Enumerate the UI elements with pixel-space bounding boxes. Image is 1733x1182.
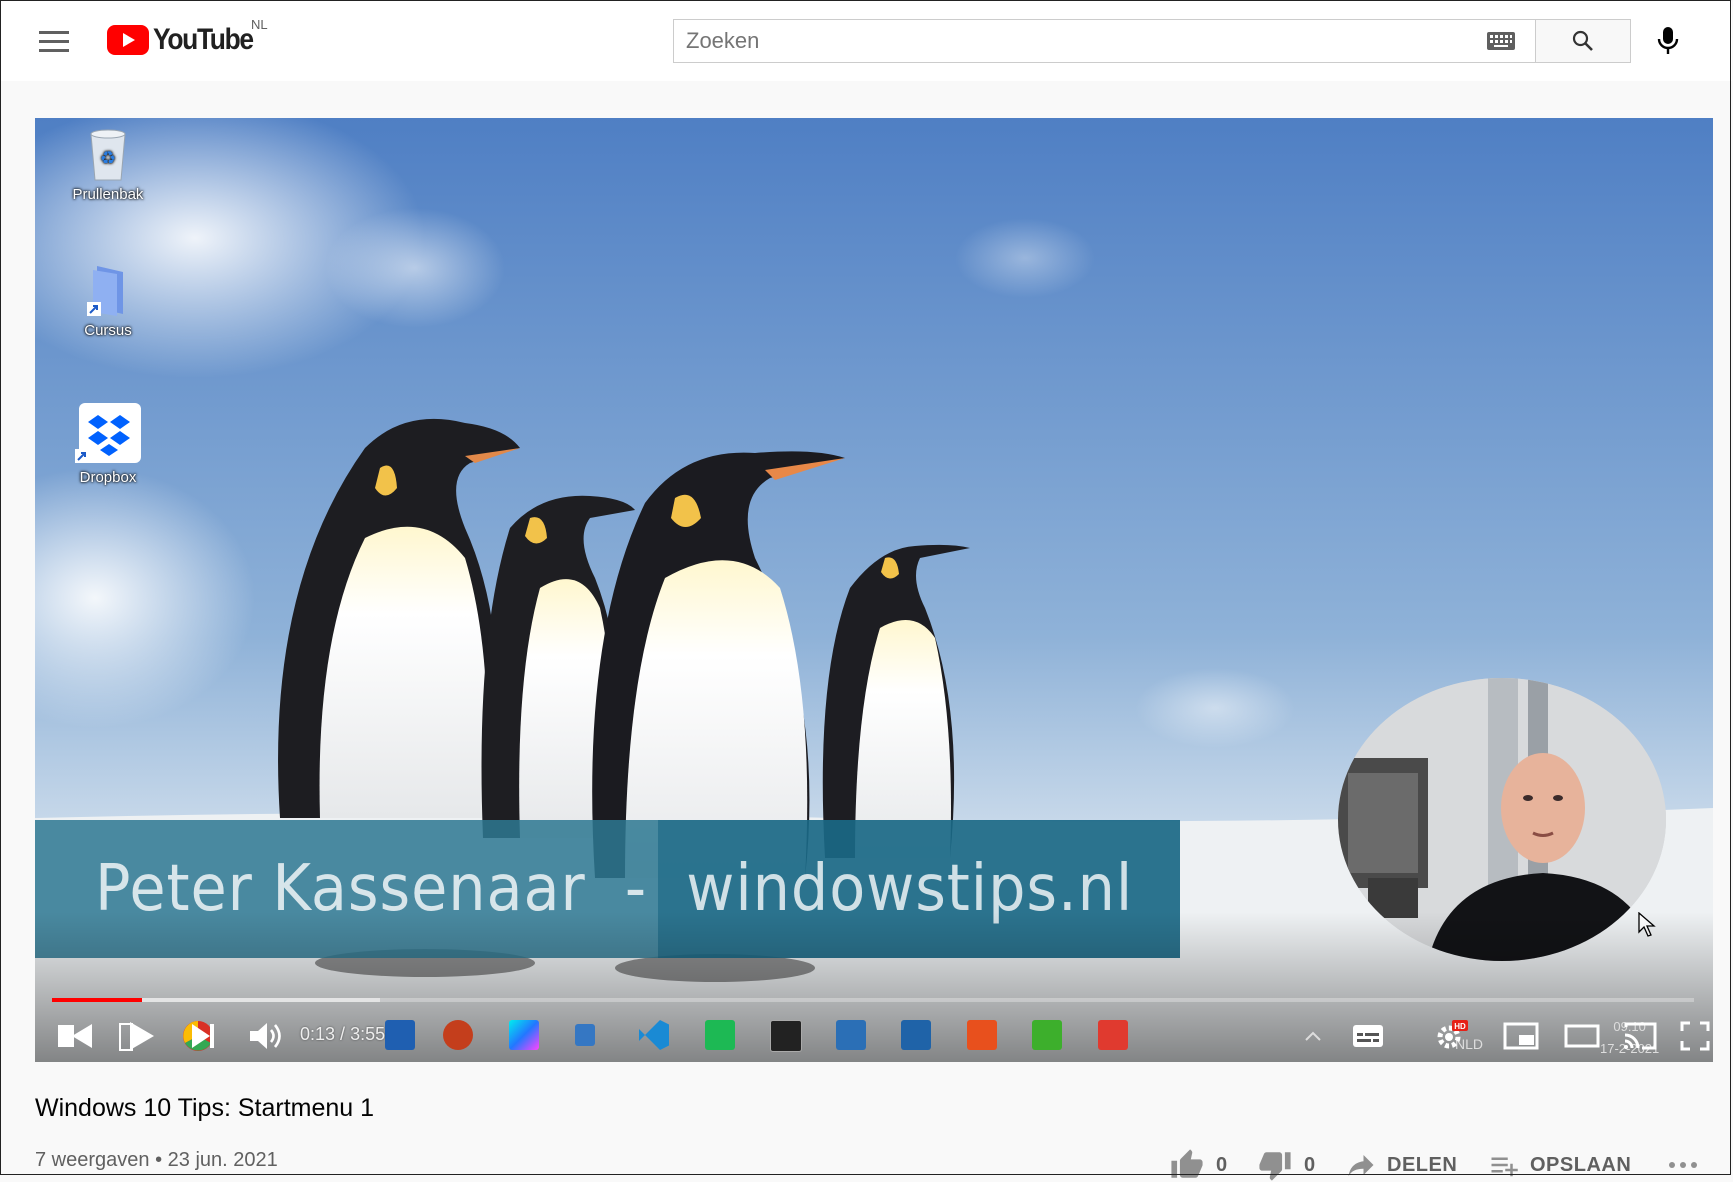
- dropbox-icon: [75, 403, 141, 463]
- progress-played: [52, 998, 143, 1002]
- masthead: YouTube NL: [1, 1, 1732, 81]
- cast-icon: [1624, 1022, 1657, 1050]
- search-icon: [1572, 30, 1593, 51]
- volume-icon: [250, 1023, 281, 1049]
- embedded-app-icon: [836, 1020, 866, 1050]
- search-box: [673, 19, 1535, 63]
- progress-bar[interactable]: [52, 998, 1694, 1002]
- chevron-up-icon: [1298, 1014, 1328, 1058]
- gear-icon: HD: [1437, 1020, 1468, 1049]
- share-icon: [1348, 1155, 1374, 1177]
- guide-menu-button[interactable]: [39, 31, 69, 53]
- desktop-icon-dropbox: Dropbox: [63, 403, 153, 486]
- previous-button[interactable]: [49, 1014, 99, 1058]
- embedded-webstorm-icon: [509, 1020, 539, 1050]
- next-button[interactable]: [177, 1014, 227, 1058]
- microphone-icon: [1657, 27, 1679, 54]
- search-button[interactable]: [1535, 19, 1631, 63]
- time-current: 0:13: [300, 1024, 336, 1044]
- view-count: 7 weergaven: [35, 1149, 150, 1171]
- dislike-count: 0: [1304, 1153, 1316, 1176]
- embedded-app-icon: [967, 1020, 997, 1050]
- embedded-app-icon: [901, 1020, 931, 1050]
- settings-button[interactable]: HD: [1427, 1014, 1473, 1058]
- search-input[interactable]: [674, 20, 1465, 62]
- subtitles-button[interactable]: [1345, 1014, 1391, 1058]
- search-bar: [673, 19, 1631, 63]
- country-code: NL: [251, 17, 268, 32]
- embedded-terminal-icon: [770, 1020, 802, 1052]
- playlist-add-icon: [1491, 1157, 1518, 1177]
- svg-text:HD: HD: [1454, 1022, 1466, 1031]
- theater-mode-button[interactable]: [1557, 1014, 1607, 1058]
- cast-button[interactable]: [1617, 1014, 1663, 1058]
- fullscreen-button[interactable]: [1675, 1014, 1713, 1058]
- embedded-powerpoint-icon: [443, 1020, 473, 1050]
- logo-text: YouTube: [153, 23, 254, 56]
- folder-shortcut-icon: [87, 266, 123, 316]
- youtube-play-icon: [107, 25, 149, 55]
- embedded-camtasia-icon: [1032, 1020, 1062, 1050]
- video-player[interactable]: ♻ Prullenbak Cursus Dropbox Peter Kassen…: [35, 118, 1713, 1062]
- time-display: 0:13 / 3:55: [300, 1024, 386, 1044]
- desktop-icon-recycle-bin: ♻ Prullenbak: [63, 126, 153, 203]
- save-label: OPSLAAN: [1530, 1153, 1632, 1176]
- recycle-bin-icon: ♻: [90, 129, 126, 181]
- embedded-app-icon: [385, 1020, 415, 1050]
- desktop-icon-cursus: Cursus: [63, 262, 153, 339]
- previous-icon: [58, 1024, 92, 1048]
- volume-button[interactable]: [241, 1014, 291, 1058]
- keyboard-icon[interactable]: [1487, 32, 1515, 50]
- next-icon: [183, 1021, 214, 1051]
- like-count: 0: [1216, 1153, 1228, 1176]
- subtitles-icon: [1353, 1025, 1383, 1047]
- embedded-camtasia-recorder-icon: [1098, 1020, 1128, 1050]
- theater-mode-icon: [1564, 1024, 1600, 1048]
- voice-search-button[interactable]: [1653, 23, 1683, 59]
- miniplayer-button[interactable]: [1498, 1014, 1544, 1058]
- fullscreen-icon: [1680, 1021, 1710, 1051]
- video-meta: 7 weergaven • 23 jun. 2021: [35, 1149, 278, 1171]
- share-label: DELEN: [1387, 1153, 1458, 1176]
- desktop-icon-label: Prullenbak: [72, 186, 144, 203]
- youtube-logo[interactable]: YouTube NL: [107, 17, 268, 57]
- video-title: Windows 10 Tips: Startmenu 1: [35, 1094, 375, 1122]
- desktop-icon-label: Cursus: [84, 322, 132, 339]
- play-icon: [119, 1022, 154, 1051]
- play-button[interactable]: [113, 1014, 163, 1058]
- svg-text:♻: ♻: [100, 148, 116, 168]
- embedded-spotify-icon: [705, 1020, 735, 1050]
- embedded-app-icon: [575, 1024, 595, 1046]
- time-total: 3:55: [350, 1024, 386, 1044]
- more-horizontal-icon: [1669, 1162, 1697, 1168]
- upload-date: 23 jun. 2021: [167, 1149, 278, 1171]
- desktop-icon-label: Dropbox: [79, 469, 137, 486]
- miniplayer-icon: [1503, 1022, 1539, 1050]
